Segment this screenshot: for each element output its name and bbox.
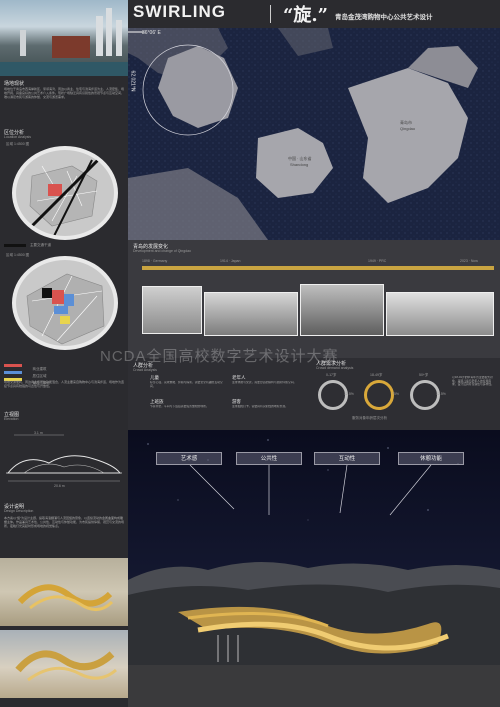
elevation-subtitle: Elevation [4,417,19,421]
site-text: 场地位于青岛市西海岸新区，紧邻海湾，周边以商业、住宅与滨海步道为主，人流密集，场… [4,87,124,99]
legend-item: 商业建筑 [4,357,50,371]
design-text: 本方案以“旋”为设计主题，提取海浪翻涌与人流回旋的意象，以连续流动的金属曲面构成… [4,516,124,528]
location-map-1 [12,146,118,240]
render-day-1 [0,558,128,626]
timeline-photo [204,292,298,336]
crowd-group-text: 注重休憩与交流，需要舒适的座椅与遮阴停留空间。 [232,381,297,384]
timeline-bar [142,266,494,270]
crowd-subtitle: Crowd Analysis [133,368,157,372]
coord-side: 62.021°N [129,70,136,92]
render-day-2 [0,630,128,698]
timeline-date: 1898 · Germany [142,259,168,263]
ring-chart [364,380,394,410]
title-en: SWIRLING [133,2,226,21]
crowd-group-text: 注重拍照打卡，需要具有识别性的地标景观。 [232,405,288,408]
demand-caption: 服务对象年龄层次分析 [352,416,387,420]
demand-subtitle: Crowd demand analysis [316,366,354,370]
crowd-group: 上班族 节奏紧张，午间与下班后需要短暂放松的场所。 [150,399,225,419]
title-divider [270,5,271,23]
ring-value: 12.5% [436,392,446,396]
ring-label: 0-17岁 [326,373,337,377]
design-subtitle: Design Description [4,509,34,513]
map1-caption: 区域 1:4500 图 [6,142,30,146]
site-photo [0,0,128,76]
crowd-group: 游客 注重拍照打卡，需要具有识别性的地标景观。 [232,399,307,419]
location-map: 36°06′ E 62.021°N 中国 · 山东省 Shandong 青岛市 … [128,28,500,240]
coord-top: 36°06′ E [142,30,161,36]
location-subtitle: Location Analysis [4,135,32,139]
map1-legend: 主要交通干道 [30,243,51,247]
title-cn: “旋.” [283,5,328,26]
legend: 商业建筑 居住区域 景观 · 绿地 [4,357,50,385]
night-render: 艺术感 公共性 互动性 休憩功能 [128,430,500,707]
title-subtitle: 青岛金茂湾购物中心公共艺术设计 [335,14,433,21]
crowd-group-text: 好奇心强，喜欢攀爬、奔跑与探索，需要安全有趣的互动空间。 [150,381,223,388]
label-art: 艺术感 [156,452,222,465]
label-interactive: 互动性 [314,452,380,465]
timeline-subtitle: Development and change of Qingdao [133,249,191,253]
map2-caption: 区域 1:4500 图 [6,253,30,257]
crowd-group: 老年人 注重休憩与交流，需要舒适的座椅与遮阴停留空间。 [232,375,307,395]
elevation-drawing: 3.1 m 20.6 m [4,423,124,493]
demand-text: 以18-49岁的中青年为主要服务对象，兼顾儿童与老年人的使用需求，设计应具有包容… [452,376,494,386]
legend-item: 居住区域 [4,364,50,378]
ring-value: 12.5% [344,392,354,396]
timeline-date: 2023 · Now [460,259,478,263]
crowd-groups: 儿童 好奇心强，喜欢攀爬、奔跑与探索，需要安全有趣的互动空间。 老年人 注重休憩… [150,375,310,425]
legend-item: 景观 · 绿地 [4,371,50,385]
label-shandong-en: Shandong [290,162,309,167]
timeline-date: 1914 · Japan [220,259,241,263]
legend-road-swatch [4,244,26,247]
location-map-2 [12,256,118,350]
elevation-dim-top: 3.1 m [34,431,43,435]
watermark: NCDA全国高校数字艺术设计大赛 [100,348,339,365]
timeline-photo [300,284,384,336]
site-title: 场地现状 [4,81,25,87]
ring-label: 50+岁 [419,373,429,377]
timeline-photo [386,292,494,336]
ring-label: 18-49岁 [370,373,383,377]
label-rest: 休憩功能 [398,452,464,465]
label-public: 公共性 [236,452,302,465]
analysis-text: 场地交通便利，周边商业与居住功能混合，人流主要来自购物中心与滨海步道，场地作为连… [4,380,124,388]
timeline-date: 1949 · PRC [368,259,387,263]
label-qingdao-en: Qingdao [400,126,416,131]
crowd-group-text: 节奏紧张，午间与下班后需要短暂放松的场所。 [150,405,209,408]
ring-value: 75% [392,392,400,396]
crowd-group: 儿童 好奇心强，喜欢攀爬、奔跑与探索，需要安全有趣的互动空间。 [150,375,225,395]
elevation-dim-bottom: 20.6 m [54,484,65,488]
timeline-photo [142,286,202,334]
